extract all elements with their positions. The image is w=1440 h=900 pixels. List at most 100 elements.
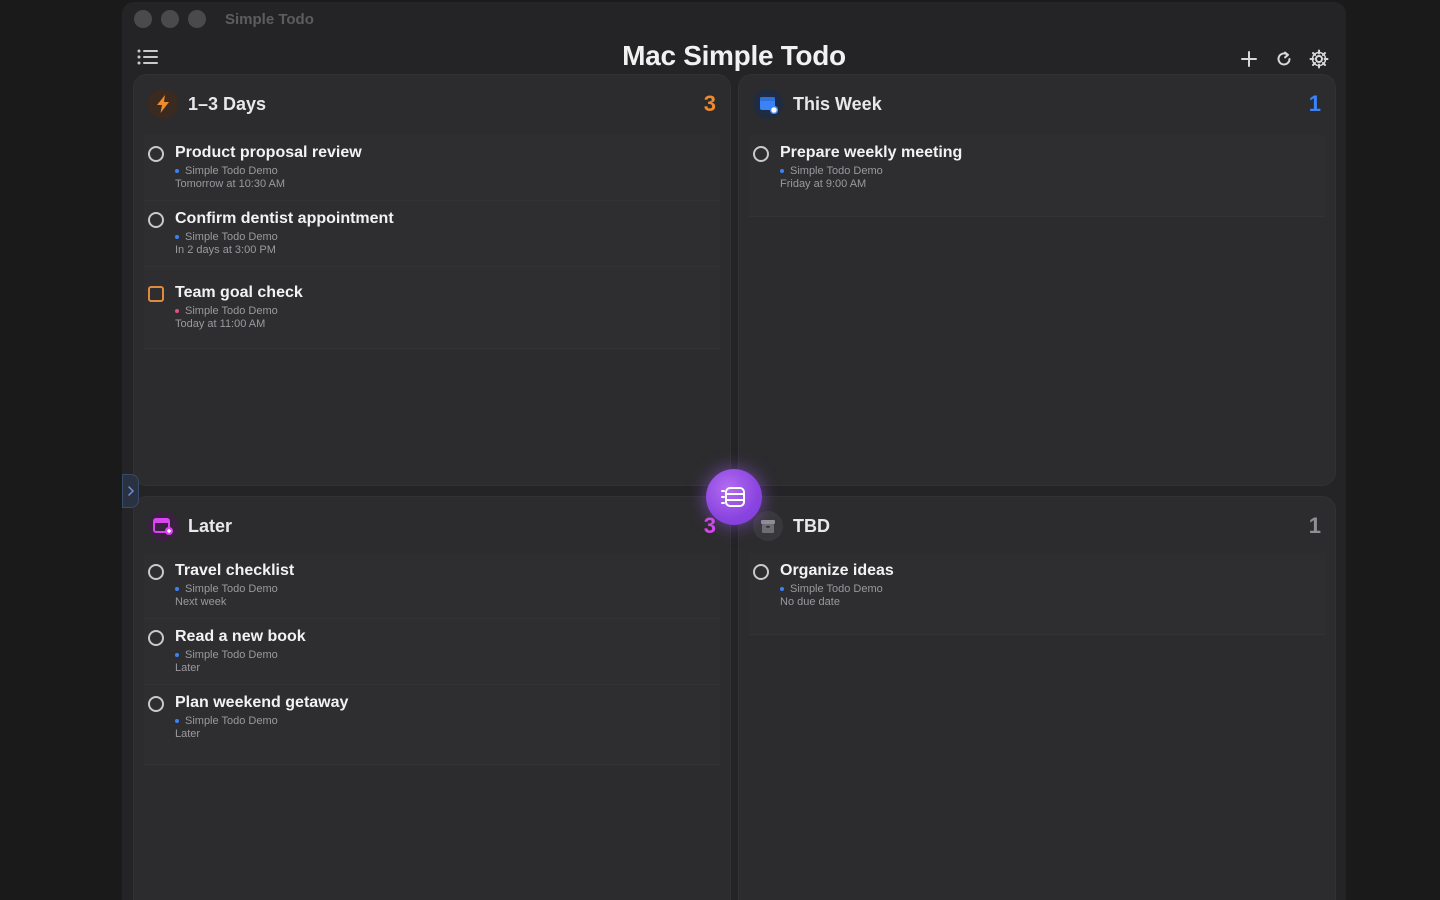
task-title: Plan weekend getaway: [175, 694, 349, 711]
window-controls: [134, 10, 206, 28]
list-color-dot: [175, 718, 179, 723]
task-meta: Simple Todo Demo In 2 days at 3:00 PM: [175, 231, 720, 257]
task-due: Later: [175, 662, 201, 674]
list-color-dot: [780, 586, 784, 591]
task-list-name: Simple Todo Demo: [185, 583, 278, 595]
task-list-name: Simple Todo Demo: [790, 583, 883, 595]
task-due: Later: [175, 728, 201, 740]
archive-icon: [753, 511, 783, 541]
sidebar-handle[interactable]: [122, 474, 139, 508]
panel-header: 1–3 Days 3: [148, 87, 716, 121]
calendar-icon: [753, 89, 783, 119]
task-title: Prepare weekly meeting: [780, 144, 963, 161]
view-toggle-button[interactable]: [706, 469, 762, 525]
refresh-button[interactable]: [1271, 46, 1297, 72]
task-meta: Simple Todo Demo Later: [175, 649, 720, 675]
add-button[interactable]: [1236, 46, 1262, 72]
task-item[interactable]: Plan weekend getaway Simple Todo Demo La…: [144, 685, 720, 765]
panel-header: TBD 1: [753, 509, 1321, 543]
title-bar: Simple Todo: [122, 2, 1346, 36]
panel-title: TBD: [793, 515, 830, 536]
task-list-name: Simple Todo Demo: [790, 165, 883, 177]
task-list-row: Simple Todo Demo: [175, 715, 720, 728]
task-item[interactable]: Read a new book Simple Todo Demo Later: [144, 619, 720, 685]
task-due: Tomorrow at 10:30 AM: [175, 178, 286, 190]
task-item[interactable]: Product proposal review Simple Todo Demo…: [144, 135, 720, 201]
task-list: Organize ideas Simple Todo Demo No due d…: [749, 553, 1325, 635]
task-list-row: Simple Todo Demo: [780, 165, 1325, 178]
task-checkbox[interactable]: [148, 146, 164, 162]
task-item[interactable]: Organize ideas Simple Todo Demo No due d…: [749, 553, 1325, 635]
task-meta: Simple Todo Demo Tomorrow at 10:30 AM: [175, 165, 720, 191]
task-title: Product proposal review: [175, 144, 362, 161]
task-item[interactable]: Team goal check Simple Todo Demo Today a…: [144, 267, 720, 349]
task-list-name: Simple Todo Demo: [185, 649, 278, 661]
panel-header: This Week 1: [753, 87, 1321, 121]
calendar-plus-icon: [148, 511, 178, 541]
task-list-row: Simple Todo Demo: [175, 305, 720, 318]
plus-icon: [1241, 51, 1257, 67]
list-color-dot: [175, 168, 179, 173]
task-due: Friday at 9:00 AM: [780, 178, 867, 190]
list-view-icon: [721, 487, 745, 507]
task-count-badge: 1: [1308, 91, 1321, 116]
settings-button[interactable]: [1306, 46, 1332, 72]
task-checkbox[interactable]: [753, 146, 769, 162]
panel-header: Later 3: [148, 509, 716, 543]
task-checkbox[interactable]: [148, 696, 164, 712]
task-due: Next week: [175, 596, 227, 608]
chevron-right-icon: [127, 486, 134, 496]
page-title: Mac Simple Todo: [622, 40, 846, 71]
task-list-name: Simple Todo Demo: [185, 165, 278, 177]
task-checkbox[interactable]: [753, 564, 769, 580]
task-item[interactable]: Confirm dentist appointment Simple Todo …: [144, 201, 720, 267]
list-color-dot: [175, 308, 179, 313]
refresh-icon: [1277, 51, 1291, 66]
close-window-button[interactable]: [134, 10, 152, 28]
task-meta: Simple Todo Demo Today at 11:00 AM: [175, 305, 720, 331]
task-list: Prepare weekly meeting Simple Todo Demo …: [749, 135, 1325, 217]
panel-title: This Week: [793, 93, 882, 114]
window-title: Simple Todo: [225, 10, 314, 28]
task-checkbox[interactable]: [148, 630, 164, 646]
panel-1-3-days: 1–3 Days 3 Product proposal review Simpl…: [133, 74, 731, 486]
app-window: Simple Todo Mac Simple Todo 1–3 Days 3 P…: [122, 2, 1346, 900]
task-meta: Simple Todo Demo Next week: [175, 583, 720, 609]
task-list-name: Simple Todo Demo: [185, 715, 278, 727]
panel-this-week: This Week 1 Prepare weekly meeting Simpl…: [738, 74, 1336, 486]
zoom-window-button[interactable]: [188, 10, 206, 28]
task-title: Confirm dentist appointment: [175, 210, 394, 227]
task-title: Organize ideas: [780, 562, 894, 579]
task-list-name: Simple Todo Demo: [185, 305, 278, 317]
task-due: Today at 11:00 AM: [175, 318, 266, 330]
task-due: In 2 days at 3:00 PM: [175, 244, 276, 256]
task-list-name: Simple Todo Demo: [185, 231, 278, 243]
gear-icon: [1309, 49, 1329, 69]
task-meta: Simple Todo Demo Friday at 9:00 AM: [780, 165, 1325, 191]
task-checkbox[interactable]: [148, 212, 164, 228]
task-due: No due date: [780, 596, 840, 608]
task-list-row: Simple Todo Demo: [175, 165, 720, 178]
task-checkbox[interactable]: [148, 564, 164, 580]
task-meta: Simple Todo Demo Later: [175, 715, 720, 741]
task-checkbox[interactable]: [148, 286, 164, 302]
task-title: Team goal check: [175, 284, 303, 301]
task-list: Product proposal review Simple Todo Demo…: [144, 135, 720, 349]
panel-title: Later: [188, 515, 233, 536]
task-item[interactable]: Prepare weekly meeting Simple Todo Demo …: [749, 135, 1325, 217]
task-meta: Simple Todo Demo No due date: [780, 583, 1325, 609]
task-item[interactable]: Travel checklist Simple Todo Demo Next w…: [144, 553, 720, 619]
list-color-dot: [175, 586, 179, 591]
list-color-dot: [175, 652, 179, 657]
bolt-icon: [148, 89, 178, 119]
panel-tbd: TBD 1 Organize ideas Simple Todo Demo No…: [738, 496, 1336, 900]
list-color-dot: [780, 168, 784, 173]
task-count-badge: 3: [703, 91, 716, 116]
task-list-row: Simple Todo Demo: [175, 649, 720, 662]
task-list: Travel checklist Simple Todo Demo Next w…: [144, 553, 720, 765]
list-color-dot: [175, 234, 179, 239]
task-list-row: Simple Todo Demo: [780, 583, 1325, 596]
task-title: Read a new book: [175, 628, 306, 645]
panel-title: 1–3 Days: [188, 93, 267, 114]
minimize-window-button[interactable]: [161, 10, 179, 28]
